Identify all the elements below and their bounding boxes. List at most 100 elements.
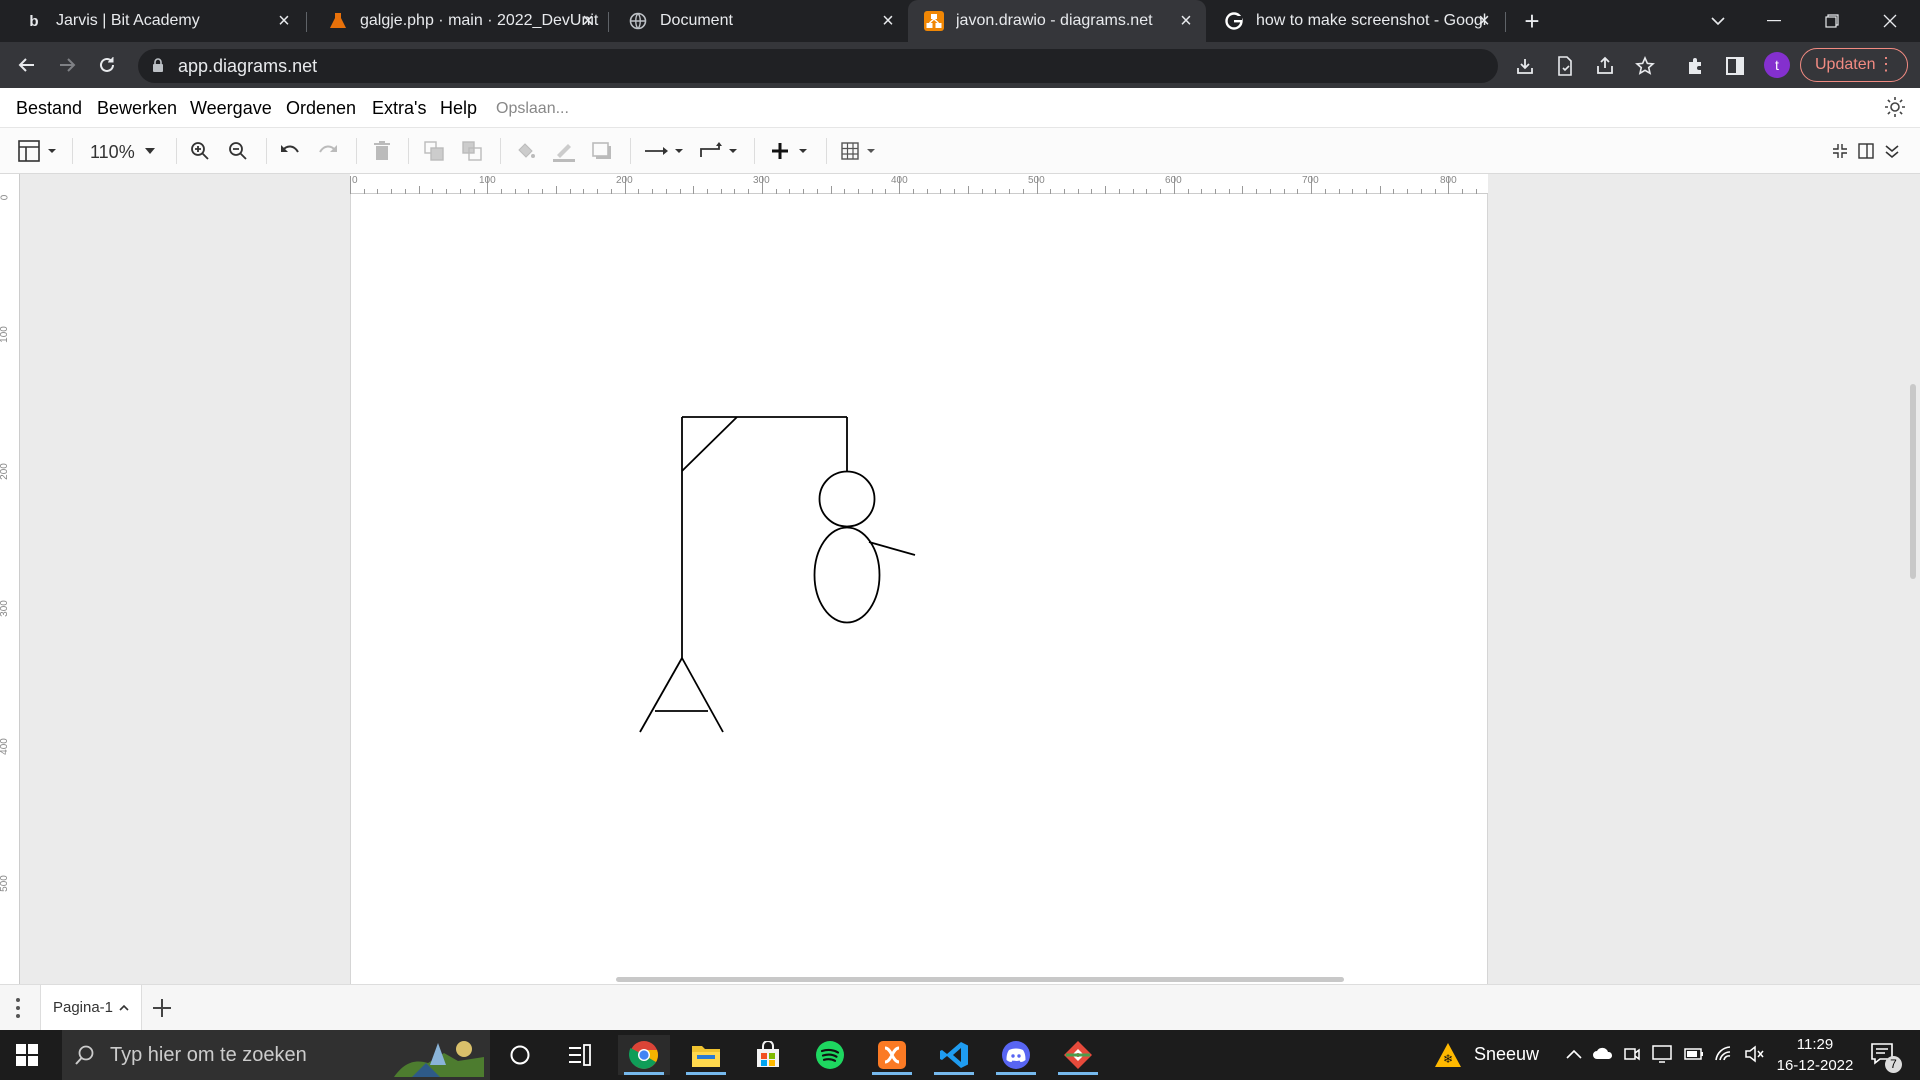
share-icon[interactable] [1593, 54, 1617, 78]
to-back-icon[interactable] [460, 140, 484, 162]
svg-text:❄: ❄ [1443, 1052, 1453, 1066]
waypoints-icon[interactable] [698, 140, 740, 162]
add-page-icon[interactable] [150, 996, 174, 1020]
toolbar-separator [630, 138, 631, 164]
bookmark-star-icon[interactable] [1633, 54, 1657, 78]
restore-button[interactable] [1804, 0, 1860, 42]
discord-icon[interactable] [990, 1035, 1042, 1075]
display-icon[interactable] [1652, 1045, 1672, 1068]
xampp-icon[interactable] [866, 1035, 918, 1075]
back-icon[interactable] [14, 52, 40, 78]
fullscreen-collapse-icon[interactable] [1830, 140, 1850, 162]
horizontal-scrollbar[interactable] [616, 977, 1344, 982]
shadow-icon[interactable] [590, 140, 614, 162]
close-tab-icon[interactable]: × [274, 11, 294, 31]
zoom-in-icon[interactable] [188, 140, 212, 162]
panels-toggle-icon[interactable] [16, 140, 60, 162]
microsoft-store-icon[interactable] [742, 1035, 794, 1075]
url-bar[interactable]: app.diagrams.net [138, 49, 1498, 83]
connection-style-icon[interactable] [642, 140, 684, 162]
forward-icon[interactable] [54, 52, 80, 78]
to-front-icon[interactable] [422, 140, 446, 162]
menu-extras[interactable]: Extra's [372, 98, 426, 119]
windows-start-icon[interactable] [16, 1044, 40, 1068]
tab-separator [608, 12, 609, 32]
gallows-brace[interactable] [681, 416, 738, 472]
horizontal-ruler: 0 100 200 300 400 500 600 700 800 [350, 174, 1488, 194]
collapse-toolbar-icon[interactable] [1882, 140, 1902, 162]
update-button[interactable]: Updaten ⋮ [1800, 48, 1908, 82]
close-window-button[interactable] [1862, 0, 1918, 42]
format-panel-icon[interactable] [1856, 140, 1876, 162]
file-explorer-icon[interactable] [680, 1035, 732, 1075]
weather-snow-icon[interactable]: ❄ [1434, 1042, 1462, 1068]
menu-arrange[interactable]: Ordenen [286, 98, 356, 119]
lock-icon[interactable] [152, 57, 164, 75]
vscode-icon[interactable] [928, 1035, 980, 1075]
toolbar-separator [356, 138, 357, 164]
pages-menu-icon[interactable] [8, 995, 28, 1021]
weather-label[interactable]: Sneeuw [1474, 1044, 1539, 1065]
diagram-toolbar: 110% [0, 128, 1920, 174]
minimize-button[interactable] [1746, 0, 1802, 42]
tab-google[interactable]: how to make screenshot - Googl × [1208, 0, 1504, 42]
tab-search-button[interactable] [1690, 0, 1746, 42]
tab-jarvis[interactable]: b Jarvis | Bit Academy × [8, 0, 304, 42]
page-tab[interactable]: Pagina-1 [40, 985, 142, 1030]
hangman-drawing[interactable] [351, 194, 1489, 984]
widgets-icon[interactable] [554, 1035, 606, 1075]
tab-document[interactable]: Document × [612, 0, 908, 42]
zoom-dropdown-icon[interactable] [142, 140, 158, 162]
ruler-label: 300 [753, 175, 770, 186]
page-file-icon[interactable] [1553, 54, 1577, 78]
zoom-out-icon[interactable] [226, 140, 250, 162]
hangman-head[interactable] [818, 470, 876, 528]
undo-icon[interactable] [278, 140, 302, 162]
git-kraken-icon[interactable] [1052, 1035, 1104, 1075]
close-tab-icon[interactable]: × [1474, 11, 1494, 31]
close-tab-icon[interactable]: × [1176, 11, 1196, 31]
onedrive-icon[interactable] [1592, 1046, 1614, 1065]
close-tab-icon[interactable]: × [878, 11, 898, 31]
menu-help[interactable]: Help [440, 98, 477, 119]
wifi-icon[interactable] [1714, 1045, 1734, 1068]
taskbar-clock[interactable]: 11:29 16-12-2022 [1770, 1034, 1860, 1076]
chrome-app-icon[interactable] [618, 1035, 670, 1075]
delete-icon[interactable] [370, 140, 394, 162]
taskbar-search[interactable]: Typ hier om te zoeken [62, 1030, 490, 1080]
chevron-up-icon[interactable] [119, 1004, 129, 1012]
menu-view[interactable]: Weergave [190, 98, 272, 119]
volume-muted-icon[interactable] [1744, 1045, 1764, 1068]
chevron-up-icon[interactable] [1566, 1046, 1582, 1064]
zoom-level[interactable]: 110% [90, 142, 135, 163]
insert-plus-icon[interactable] [770, 140, 812, 162]
kebab-menu-icon[interactable]: ⋮ [1877, 54, 1895, 74]
redo-icon[interactable] [316, 140, 340, 162]
gallows-leg-left[interactable] [639, 657, 683, 733]
side-panel-icon[interactable] [1723, 54, 1747, 78]
reload-icon[interactable] [94, 52, 120, 78]
gallows-leg-right[interactable] [681, 657, 724, 733]
menu-edit[interactable]: Bewerken [97, 98, 177, 119]
task-view-icon[interactable] [494, 1035, 546, 1075]
close-tab-icon[interactable]: × [578, 11, 598, 31]
install-app-icon[interactable] [1513, 54, 1537, 78]
spotify-icon[interactable] [804, 1035, 856, 1075]
meet-now-icon[interactable] [1624, 1045, 1640, 1068]
fill-color-icon[interactable] [514, 140, 538, 162]
ruler-label: 500 [0, 875, 10, 892]
theme-sun-icon[interactable] [1884, 96, 1906, 123]
diagram-canvas[interactable]: 0 100 200 300 400 500 600 700 800 0 100 … [0, 174, 1920, 984]
battery-icon[interactable] [1684, 1047, 1704, 1065]
extensions-icon[interactable] [1684, 54, 1708, 78]
line-color-icon[interactable] [552, 140, 576, 162]
notifications-icon[interactable]: 7 [1870, 1041, 1902, 1073]
diagram-page[interactable] [350, 194, 1488, 984]
profile-avatar[interactable]: t [1764, 52, 1790, 78]
table-icon[interactable] [840, 140, 882, 162]
tab-galgje[interactable]: galgje.php · main · 2022_DevUnit × [312, 0, 608, 42]
vertical-scrollbar[interactable] [1910, 384, 1916, 579]
tab-drawio[interactable]: javon.drawio - diagrams.net × [908, 0, 1206, 42]
menu-file[interactable]: Bestand [16, 98, 82, 119]
new-tab-button[interactable]: + [1504, 0, 1560, 42]
